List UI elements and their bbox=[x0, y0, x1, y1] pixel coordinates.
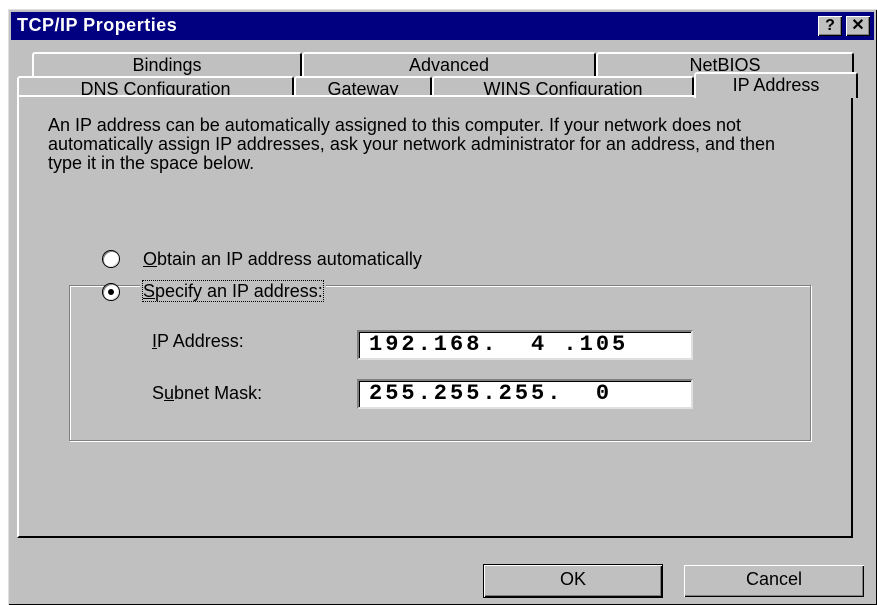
ip-address-label-text: P Address: bbox=[157, 331, 244, 351]
obtain-label-text: btain an IP address automatically bbox=[157, 249, 422, 269]
obtain-ip-automatically-radio[interactable] bbox=[103, 251, 119, 267]
ip-address-label: IP Address: bbox=[152, 331, 244, 352]
obtain-ip-automatically-label[interactable]: Obtain an IP address automatically bbox=[143, 249, 422, 270]
help-button[interactable]: ? bbox=[818, 16, 842, 36]
specify-ip-address-radio[interactable] bbox=[103, 284, 119, 300]
ok-button[interactable]: OK bbox=[483, 564, 663, 598]
specify-focus-outline: Specify an IP address: bbox=[142, 280, 324, 302]
ip-address-input[interactable]: 192.168. 4 .105 bbox=[357, 330, 693, 360]
window-title: TCP/IP Properties bbox=[17, 15, 178, 35]
subnet-mask-label: Subnet Mask: bbox=[152, 383, 262, 404]
specify-label-text: pecify an IP address: bbox=[155, 281, 323, 301]
radio-selected-dot bbox=[108, 289, 114, 295]
close-icon: ✕ bbox=[851, 17, 865, 34]
subnet-mask-label-text: bnet Mask: bbox=[174, 383, 263, 403]
specify-ip-address-label[interactable]: Specify an IP address: bbox=[140, 280, 326, 302]
specify-mnemonic: S bbox=[143, 281, 156, 301]
tab-bindings[interactable]: Bindings bbox=[32, 52, 302, 78]
subnet-mask-input[interactable]: 255.255.255. 0 bbox=[357, 379, 693, 409]
title-bar[interactable]: TCP/IP Properties ? ✕ bbox=[11, 12, 874, 40]
cancel-button[interactable]: Cancel bbox=[684, 565, 864, 597]
ip-description-text: An IP address can be automatically assig… bbox=[48, 115, 776, 173]
close-button[interactable]: ✕ bbox=[846, 16, 870, 36]
obtain-mnemonic: O bbox=[143, 249, 158, 269]
tab-advanced[interactable]: Advanced bbox=[302, 52, 596, 78]
tab-ip-address[interactable]: IP Address bbox=[694, 72, 858, 98]
specify-ip-groupbox bbox=[69, 285, 811, 441]
subnet-mask-mnemonic: u bbox=[164, 383, 175, 403]
subnet-label-pre: S bbox=[152, 383, 165, 403]
